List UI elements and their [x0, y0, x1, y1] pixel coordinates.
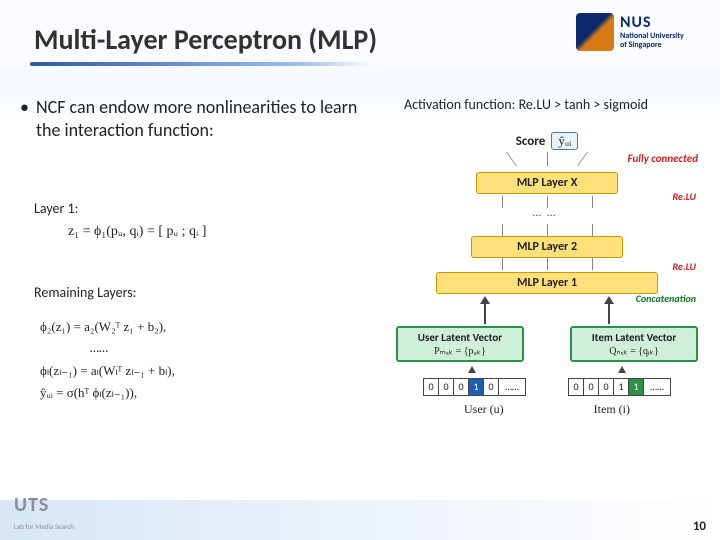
- mlp-layer-2-row: MLP Layer 2: [396, 236, 698, 258]
- arrow-up-icon: [618, 366, 626, 373]
- score-row: Score ŷᵤᵢ: [396, 132, 698, 150]
- uts-subtitle: Lab for Media Search: [14, 522, 74, 531]
- equation-ellipsis: ……: [90, 338, 175, 360]
- user-onehot-vector: 0 0 0 1 0 ……: [423, 378, 526, 396]
- mlp-layer-x-row: MLP Layer X: [396, 172, 698, 194]
- footer-bar: [0, 500, 720, 540]
- arrow-line: [484, 304, 486, 324]
- activation-note: Activation function: Re.LU > tanh > sigm…: [404, 96, 648, 113]
- onehot-cell: 0: [484, 379, 499, 395]
- onehot-cell: 0: [439, 379, 454, 395]
- score-label: Score: [516, 134, 546, 149]
- item-latent-title: Item Latent Vector: [578, 331, 690, 344]
- item-onehot-vector: 0 0 0 1 1 ……: [568, 378, 671, 396]
- onehot-cell: 0: [569, 379, 584, 395]
- nus-name-2: of Singapore: [620, 40, 662, 50]
- arrow-line: [608, 304, 610, 324]
- page-number: 10: [693, 519, 706, 534]
- main-bullet: NCF can endow more nonlinearities to lea…: [36, 96, 376, 143]
- arrow-up-icon: [480, 296, 490, 304]
- user-latent-title: User Latent Vector: [404, 331, 516, 344]
- score-symbol-box: ŷᵤᵢ: [551, 132, 578, 150]
- mlp-layer-1-box: MLP Layer 1: [436, 272, 658, 294]
- arrow-up-icon: [468, 366, 476, 373]
- equation-phiL: ϕₗ(zₗ₋₁) = aₗ(Wₗᵀ zₗ₋₁ + bₗ),: [40, 360, 175, 382]
- onehot-cell: 0: [424, 379, 439, 395]
- title-underline: [30, 62, 370, 66]
- mlp-architecture-diagram: Score ŷᵤᵢ Fully connected MLP Layer X Re…: [396, 132, 698, 452]
- onehot-cell: 0: [584, 379, 599, 395]
- nus-crest-icon: [576, 13, 614, 51]
- relu-tag-x: Re.LU: [673, 190, 696, 203]
- nus-abbr: NUS: [620, 14, 684, 32]
- mlp-layer-x-box: MLP Layer X: [476, 172, 618, 194]
- onehot-cell-hot: 1: [629, 379, 644, 395]
- relu-tag-1: Re.LU: [673, 260, 696, 273]
- latent-vector-row: User Latent Vector Pₘₓₖ = {pᵤₖ} Item Lat…: [396, 326, 698, 362]
- layer-ellipsis: ……: [396, 206, 698, 220]
- onehot-cell: 0: [599, 379, 614, 395]
- onehot-cell: 1: [614, 379, 629, 395]
- user-item-label-row: User (u) Item (i): [396, 402, 698, 417]
- slide-title: Multi-Layer Perceptron (MLP): [34, 22, 377, 57]
- equations-remaining: ϕ₂(z₁) = a₂(W₂ᵀ z₁ + b₂), …… ϕₗ(zₗ₋₁) = …: [40, 316, 175, 404]
- item-latent-notation: Qₙₓₖ = {qᵢₖ}: [578, 346, 690, 357]
- item-latent-box: Item Latent Vector Qₙₓₖ = {qᵢₖ}: [570, 326, 698, 362]
- fully-connected-label: Fully connected: [628, 152, 699, 165]
- mlp-layer-2-box: MLP Layer 2: [471, 236, 623, 258]
- uts-logo: UTS Lab for Media Search: [14, 495, 74, 534]
- mlp-layer-1-row: MLP Layer 1: [396, 272, 698, 294]
- concatenation-tag: Concatenation: [636, 292, 696, 305]
- remaining-layers-label: Remaining Layers:: [34, 284, 136, 301]
- equation-yhat: ŷᵤᵢ = σ(hᵀ ϕₗ(zₗ₋₁)),: [40, 382, 175, 404]
- fan-lines-icon: [487, 152, 607, 168]
- item-label: Item (i): [594, 402, 630, 417]
- equation-layer1: z₁ = ϕ₁(pᵤ, qᵢ) = [ pᵤ ; qᵢ ]: [68, 224, 206, 240]
- nus-logo: NUS National University of Singapore: [576, 10, 706, 54]
- equation-phi2: ϕ₂(z₁) = a₂(W₂ᵀ z₁ + b₂),: [40, 316, 175, 338]
- layer1-label: Layer 1:: [34, 200, 78, 217]
- onehot-row: 0 0 0 1 0 …… 0 0 0 1 1 ……: [396, 378, 698, 396]
- nus-logo-text: NUS National University of Singapore: [620, 14, 684, 49]
- user-latent-notation: Pₘₓₖ = {pᵤₖ}: [404, 346, 516, 357]
- user-label: User (u): [464, 402, 504, 417]
- user-latent-box: User Latent Vector Pₘₓₖ = {pᵤₖ}: [396, 326, 524, 362]
- onehot-cell-ellipsis: ……: [499, 379, 525, 395]
- arrow-up-icon: [604, 296, 614, 304]
- onehot-cell-ellipsis: ……: [644, 379, 670, 395]
- uts-abbr: UTS: [14, 495, 74, 515]
- onehot-cell-hot: 1: [469, 379, 484, 395]
- onehot-cell: 0: [454, 379, 469, 395]
- connecting-lines-lower: [472, 258, 622, 270]
